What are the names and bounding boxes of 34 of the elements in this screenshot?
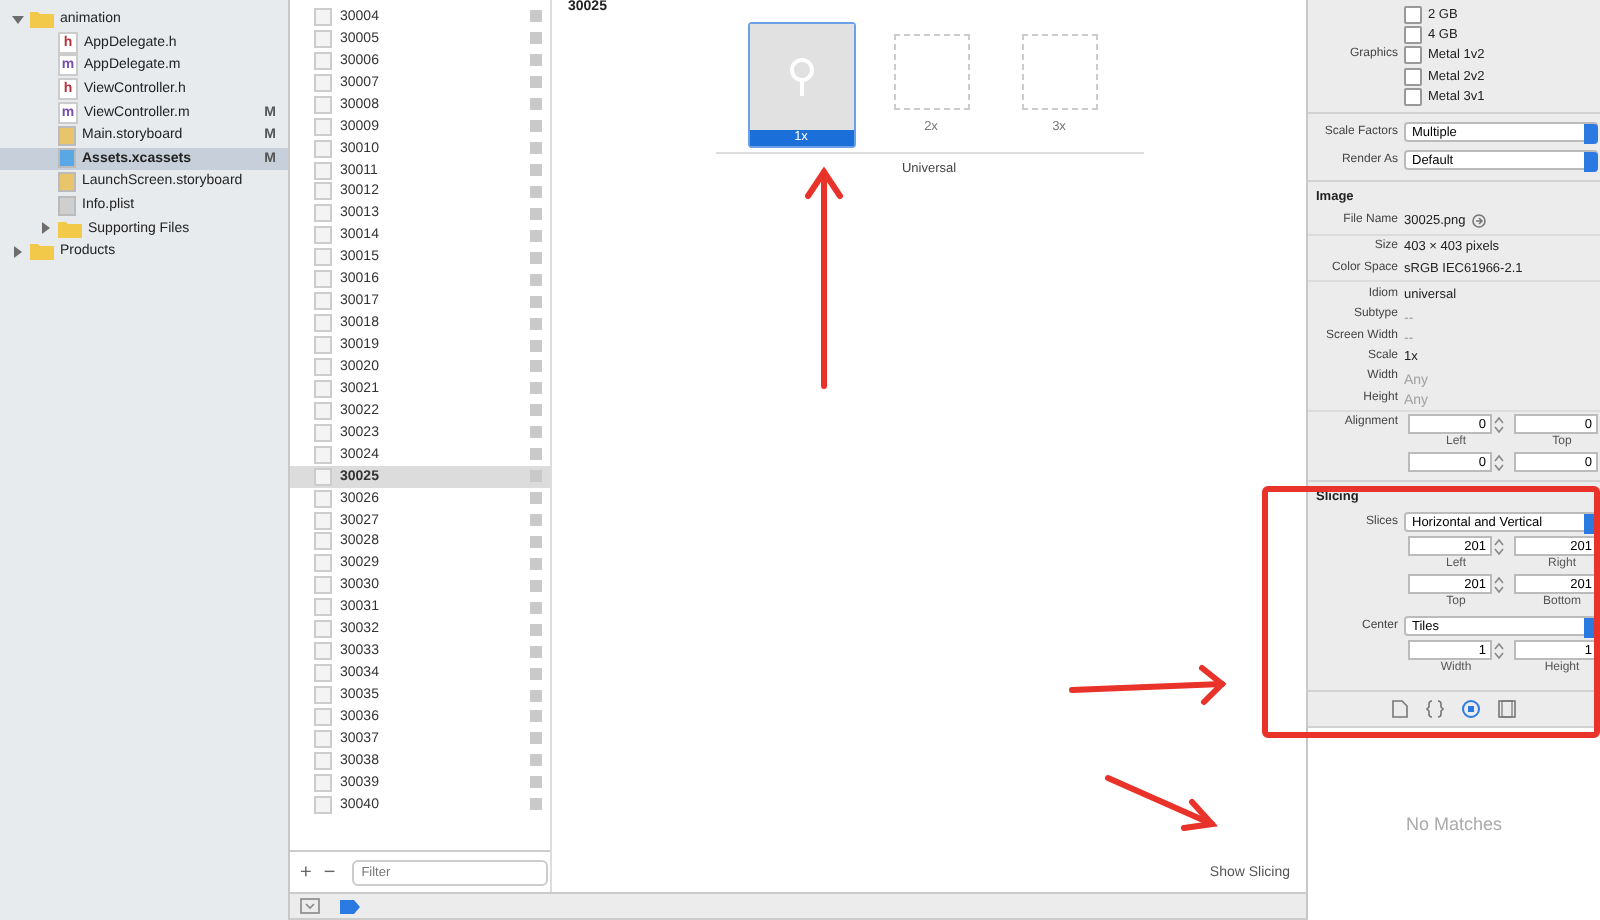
- stepper-icon[interactable]: [1494, 641, 1504, 660]
- file-icon: [58, 195, 76, 216]
- add-button[interactable]: +: [296, 861, 316, 883]
- hide-debug-icon[interactable]: [300, 898, 320, 914]
- stepper-icon[interactable]: [1494, 537, 1504, 556]
- checkbox[interactable]: [1404, 5, 1422, 24]
- updown-icon: [1583, 123, 1597, 144]
- disclosure-icon[interactable]: [12, 13, 24, 26]
- file-icon: [58, 125, 76, 146]
- folder-icon: [30, 10, 54, 29]
- stepper-icon[interactable]: [1494, 575, 1504, 594]
- file-icon: [58, 171, 76, 192]
- disclosure-icon[interactable]: [40, 222, 52, 235]
- reveal-icon[interactable]: [1471, 214, 1486, 229]
- checkbox[interactable]: [1404, 25, 1422, 44]
- file-icon[interactable]: [1392, 700, 1408, 719]
- file-icon: [58, 148, 76, 169]
- updown-icon: [1583, 151, 1597, 172]
- checkbox[interactable]: [1404, 87, 1422, 106]
- remove-button[interactable]: −: [319, 861, 340, 883]
- stepper-icon[interactable]: [1494, 453, 1504, 472]
- folder-icon: [30, 242, 54, 261]
- braces-icon[interactable]: [1426, 700, 1444, 719]
- checkbox[interactable]: [1404, 46, 1422, 65]
- breakpoint-icon[interactable]: [340, 899, 360, 913]
- media-icon[interactable]: [1498, 700, 1516, 719]
- stepper-icon[interactable]: [1494, 415, 1504, 434]
- annotation-arrow: [1105, 775, 1219, 831]
- bulb-icon: [789, 57, 813, 97]
- empty-message: No Matches: [1405, 814, 1503, 835]
- folder-icon: [58, 219, 82, 238]
- disclosure-icon[interactable]: [12, 245, 24, 258]
- object-library-icon[interactable]: [1462, 700, 1480, 719]
- checkbox[interactable]: [1404, 67, 1422, 86]
